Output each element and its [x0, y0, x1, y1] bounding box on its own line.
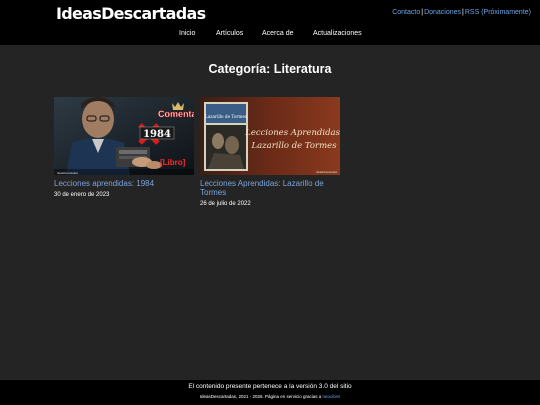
footer-credits: IdeasDescartadas, 2021 - 2026. Página en… — [0, 394, 540, 399]
post-date: 26 de julio de 2022 — [200, 201, 251, 207]
thumb-number: 1984 — [143, 129, 171, 140]
site-footer: El contenido presente pertenece a la ver… — [0, 380, 540, 405]
post-card: Comentario: 1984 [Libro] IdeasDescartada… — [54, 97, 194, 198]
thumb-credit: IdeasDescartadas — [57, 171, 79, 175]
site-logo[interactable]: IdeasDescartadas — [56, 4, 206, 23]
post-card: Lazarillo de Tormes Lecciones Aprendidas… — [200, 97, 340, 207]
page-title: Categoría: Literatura — [208, 62, 332, 76]
neocities-link[interactable]: neocities — [323, 394, 341, 399]
site-header: IdeasDescartadas Contacto|Donaciones|RSS… — [0, 0, 540, 45]
nav-item-articulos[interactable]: Artículos — [216, 30, 243, 37]
post-title-link[interactable]: Lecciones Aprendidas: Lazarillo de Torme… — [200, 179, 340, 197]
footer-version-text: El contenido presente pertenece a la ver… — [188, 383, 352, 390]
thumb-credit: IdeasDescartadas — [316, 170, 338, 174]
post-title-link[interactable]: Lecciones aprendidas: 1984 — [54, 179, 194, 188]
donations-link[interactable]: Donaciones — [424, 9, 461, 16]
rss-link[interactable]: RSS (Próximamente) — [465, 9, 531, 16]
thumb-script-line1: Lecciones Aprendidas: — [244, 128, 340, 138]
separator: | — [462, 9, 464, 16]
post-thumbnail[interactable]: Comentario: 1984 [Libro] IdeasDescartada… — [54, 97, 194, 175]
nav-item-inicio[interactable]: Inicio — [179, 30, 195, 37]
book-title: Lazarillo de Tormes — [205, 114, 247, 119]
nav-item-actualizaciones[interactable]: Actualizaciones — [313, 30, 362, 37]
top-links: Contacto|Donaciones|RSS (Próximamente) — [392, 9, 531, 16]
thumb-tag: [Libro] — [160, 158, 186, 167]
thumb-script-line2: Lazarillo de Tormes — [250, 141, 337, 151]
post-thumbnail[interactable]: Lazarillo de Tormes Lecciones Aprendidas… — [200, 97, 340, 175]
thumb-caption: Comentario: — [158, 109, 194, 119]
nav-item-acerca-de[interactable]: Acerca de — [262, 30, 294, 37]
contact-link[interactable]: Contacto — [392, 9, 420, 16]
main-nav: Inicio Artículos Acerca de Actualizacion… — [0, 30, 540, 40]
footer-credits-text: IdeasDescartadas, 2021 - 2026. Página en… — [199, 394, 323, 399]
post-date: 30 de enero de 2023 — [54, 192, 110, 198]
separator: | — [421, 9, 424, 16]
